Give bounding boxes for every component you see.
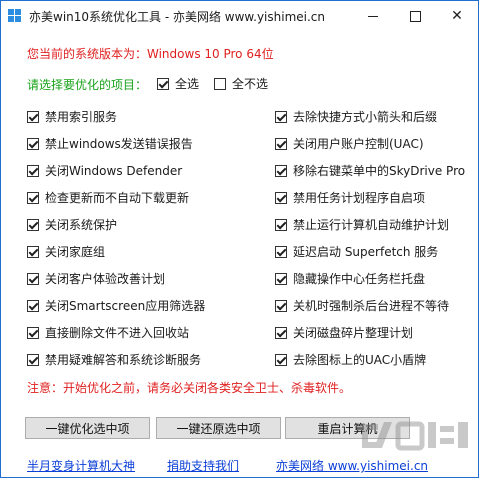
option-disable-uac[interactable]: 关闭用户账户控制(UAC): [275, 135, 424, 152]
checkbox-box[interactable]: [27, 137, 39, 150]
main-panel: 您当前的系统版本为：Windows 10 Pro 64位 请选择要优化的项目： …: [1, 31, 478, 477]
maximize-button[interactable]: [394, 1, 436, 31]
window-title: 亦美win10系统优化工具 - 亦美网络 www.yishimei.cn: [29, 10, 326, 24]
option-force-kill-on-shutdown[interactable]: 关机时强制杀后台进程不等待: [275, 297, 449, 314]
option-disable-ceip[interactable]: 关闭客户体验改善计划: [27, 270, 165, 287]
minimize-button[interactable]: [352, 1, 394, 31]
option-hide-action-center-tray[interactable]: 隐藏操作中心任务栏托盘: [275, 270, 425, 287]
minimize-icon: [368, 15, 378, 17]
checkbox-box[interactable]: [214, 77, 226, 90]
option-label: 延迟启动 Superfetch 服务: [293, 245, 439, 259]
checkbox-box[interactable]: [275, 191, 287, 204]
option-label: 关闭磁盘碎片整理计划: [293, 326, 414, 340]
checkbox-box[interactable]: [275, 245, 287, 258]
option-label: 关闭用户账户控制(UAC): [293, 137, 424, 151]
checkbox-box[interactable]: [275, 326, 287, 339]
option-label: 移除右键菜单中的SkyDrive Pro: [293, 164, 466, 178]
option-label: 禁用任务计划程序自启项: [293, 191, 426, 205]
option-label: 去除图标上的UAC小盾牌: [293, 353, 427, 367]
option-disable-homegroup[interactable]: 关闭家庭组: [27, 243, 105, 260]
option-disable-diagnostics[interactable]: 禁用疑难解答和系统诊断服务: [27, 351, 201, 368]
checkbox-box[interactable]: [27, 218, 39, 231]
warning-notice: 注意：开始优化之前，请务必关闭各类安全卫士、杀毒软件。: [27, 381, 352, 395]
option-disable-auto-maintenance[interactable]: 禁止运行计算机自动维护计划: [275, 216, 449, 233]
option-disable-system-protection[interactable]: 关闭系统保护: [27, 216, 117, 233]
checkbox-box[interactable]: [27, 191, 39, 204]
close-icon: ✕: [451, 8, 463, 24]
title-bar[interactable]: 亦美win10系统优化工具 - 亦美网络 www.yishimei.cn ✕: [1, 1, 478, 31]
optimize-selected-button[interactable]: 一键优化选中项: [25, 417, 150, 439]
option-disable-smartscreen[interactable]: 关闭Smartscreen应用筛选器: [27, 297, 205, 314]
checkbox-box[interactable]: [275, 299, 287, 312]
checkbox-box[interactable]: [275, 353, 287, 366]
option-disable-error-report[interactable]: 禁止windows发送错误报告: [27, 135, 193, 152]
system-version-label: 您当前的系统版本为：Windows 10 Pro 64位: [27, 47, 274, 61]
option-label: 关闭Smartscreen应用筛选器: [45, 299, 206, 313]
option-label: 关机时强制杀后台进程不等待: [293, 299, 450, 313]
select-all-checkbox[interactable]: 全选: [157, 75, 199, 92]
option-label: 去除快捷方式小箭头和后缀: [293, 110, 438, 124]
option-label: 禁止运行计算机自动维护计划: [293, 218, 450, 232]
option-delay-superfetch[interactable]: 延迟启动 Superfetch 服务: [275, 243, 438, 260]
checkbox-box[interactable]: [275, 218, 287, 231]
option-disable-defender[interactable]: 关闭Windows Defender: [27, 162, 182, 179]
option-label: 关闭家庭组: [45, 245, 106, 259]
option-disable-defrag-schedule[interactable]: 关闭磁盘碎片整理计划: [275, 324, 413, 341]
checkbox-box[interactable]: [27, 326, 39, 339]
option-disable-task-scheduler-startup[interactable]: 禁用任务计划程序自启项: [275, 189, 425, 206]
option-label: 检查更新而不自动下载更新: [45, 191, 190, 205]
option-disable-index-service[interactable]: 禁用索引服务: [27, 108, 117, 125]
select-none-label: 全不选: [232, 77, 269, 91]
checkbox-box[interactable]: [27, 272, 39, 285]
checkbox-box[interactable]: [27, 353, 39, 366]
app-window: 亦美win10系统优化工具 - 亦美网络 www.yishimei.cn ✕ 您…: [0, 0, 479, 478]
checkbox-box[interactable]: [27, 299, 39, 312]
option-remove-skydrive-menu[interactable]: 移除右键菜单中的SkyDrive Pro: [275, 162, 465, 179]
select-all-label: 全选: [175, 77, 200, 91]
checkbox-box[interactable]: [157, 77, 169, 90]
option-label: 禁用索引服务: [45, 110, 118, 124]
donate-link[interactable]: 捐助支持我们: [167, 457, 239, 474]
select-prompt: 请选择要优化的项目：: [27, 78, 148, 92]
checkbox-box[interactable]: [27, 164, 39, 177]
option-label: 直接删除文件不进入回收站: [45, 326, 190, 340]
tutorial-link[interactable]: 半月变身计算机大神: [27, 457, 135, 474]
checkbox-box[interactable]: [275, 110, 287, 123]
option-remove-uac-shield[interactable]: 去除图标上的UAC小盾牌: [275, 351, 426, 368]
checkbox-box[interactable]: [275, 164, 287, 177]
windows-logo-icon: [8, 9, 22, 23]
option-label: 隐藏操作中心任务栏托盘: [293, 272, 426, 286]
option-remove-shortcut-arrow[interactable]: 去除快捷方式小箭头和后缀: [275, 108, 437, 125]
select-none-checkbox[interactable]: 全不选: [214, 75, 268, 92]
option-skip-recycle-bin[interactable]: 直接删除文件不进入回收站: [27, 324, 189, 341]
option-label: 关闭系统保护: [45, 218, 118, 232]
checkbox-box[interactable]: [27, 245, 39, 258]
maximize-icon: [409, 10, 421, 22]
option-label: 禁用疑难解答和系统诊断服务: [45, 353, 202, 367]
option-check-updates-no-download[interactable]: 检查更新而不自动下载更新: [27, 189, 189, 206]
watermark-logo-icon: [362, 421, 468, 451]
close-button[interactable]: ✕: [436, 1, 478, 31]
option-label: 禁止windows发送错误报告: [45, 137, 193, 151]
checkbox-box[interactable]: [275, 137, 287, 150]
restore-selected-button[interactable]: 一键还原选中项: [156, 417, 281, 439]
option-label: 关闭客户体验改善计划: [45, 272, 166, 286]
checkbox-box[interactable]: [27, 110, 39, 123]
checkbox-box[interactable]: [275, 272, 287, 285]
option-label: 关闭Windows Defender: [45, 164, 183, 178]
